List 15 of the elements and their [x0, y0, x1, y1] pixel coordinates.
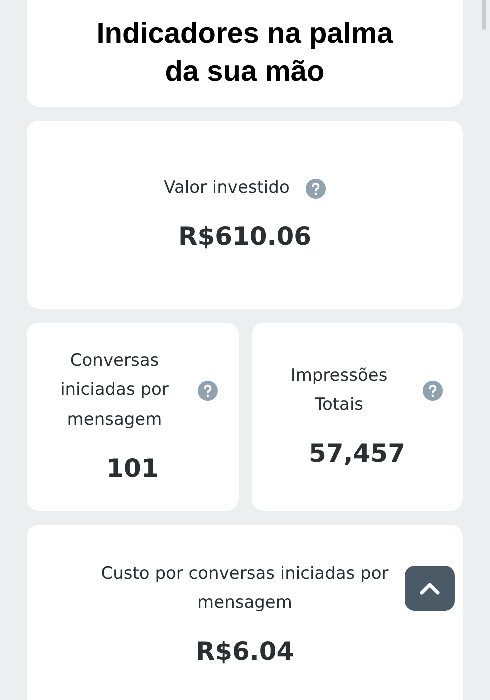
metric-label: Impressões Totais [290, 364, 389, 418]
scroll-top-button[interactable] [405, 566, 455, 611]
metric-label: Conversas iniciadas por mensagem [60, 350, 170, 432]
metric-value: R$6.04 [196, 636, 294, 668]
help-icon[interactable] [306, 179, 326, 200]
chevron-up-icon [419, 582, 441, 596]
metric-value: R$610.06 [178, 221, 312, 254]
page-title: Indicadores na palma da sua mão [96, 16, 394, 90]
metric-value: 101 [106, 452, 159, 485]
metric-label: Valor investido [164, 177, 290, 200]
metric-value: 57,457 [309, 438, 406, 470]
metric-label: Custo por conversas iniciadas por mensagem [100, 562, 390, 616]
help-icon[interactable] [198, 381, 218, 402]
help-icon[interactable] [422, 381, 443, 402]
scrollbar[interactable] [482, 0, 486, 30]
